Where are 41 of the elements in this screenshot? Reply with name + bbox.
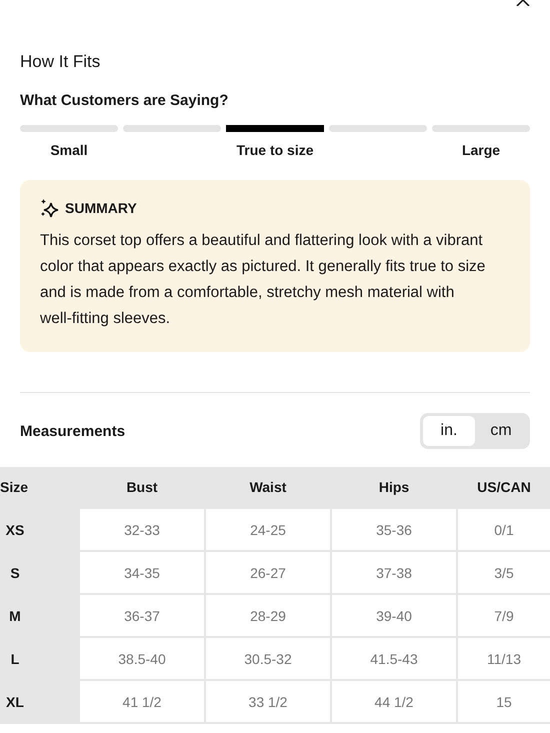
table-cell: 38.5-40 <box>80 638 204 679</box>
summary-text: This corset top offers a beautiful and flattering look with a vibrant color that appears exactly as pictured. It generally fits true to size and is made from a comfortable, stretchy mesh material with well-fitting sleeves. <box>40 231 486 329</box>
table-cell: 33 1/2 <box>206 681 330 722</box>
column-header: Hips <box>378 478 410 497</box>
table-cell: 28-29 <box>206 595 330 636</box>
fit-question: What Customers are Saying? <box>20 92 230 109</box>
table-cell: 15 <box>458 681 550 722</box>
table-cell: 39-40 <box>332 595 456 636</box>
column-header: Size <box>0 478 30 497</box>
table-cell: 41.5-43 <box>332 638 456 679</box>
table-cell: 35-36 <box>332 509 456 550</box>
measurements-heading: Measurements <box>20 422 126 440</box>
table-cell: 26-27 <box>206 552 330 593</box>
table-cell: 44 1/2 <box>332 681 456 722</box>
table-cell: 3/5 <box>458 552 550 593</box>
table-cell: 37-38 <box>332 552 456 593</box>
column-header: Bust <box>125 478 159 497</box>
table-cell: 0/1 <box>458 509 550 550</box>
column-header: US/CAN <box>476 478 532 497</box>
table-cell: 36-37 <box>80 595 204 636</box>
fit-label: True to size <box>236 142 314 158</box>
table-cell: 41 1/2 <box>80 681 204 722</box>
section-heading: How It Fits <box>20 52 102 72</box>
table-cell: 24-25 <box>206 509 330 550</box>
size-label: XL <box>5 692 25 712</box>
size-label: L <box>10 650 20 668</box>
summary-title: SUMMARY <box>65 200 137 216</box>
unit-option[interactable]: in. <box>423 416 475 446</box>
table-cell: 32-33 <box>80 509 204 550</box>
unit-option[interactable]: cm <box>475 416 527 446</box>
sparkle-icon <box>40 198 60 218</box>
table-cell: 11/13 <box>458 638 550 679</box>
column-header: Waist <box>248 478 288 497</box>
fit-label: Large <box>462 142 500 158</box>
table-cell: 7/9 <box>458 595 550 636</box>
fit-label: Small <box>50 142 88 158</box>
size-label: XS <box>4 520 26 540</box>
size-label: S <box>9 564 21 582</box>
size-label: M <box>8 606 22 626</box>
table-cell: 34-35 <box>80 552 204 593</box>
table-cell: 30.5-32 <box>206 638 330 679</box>
